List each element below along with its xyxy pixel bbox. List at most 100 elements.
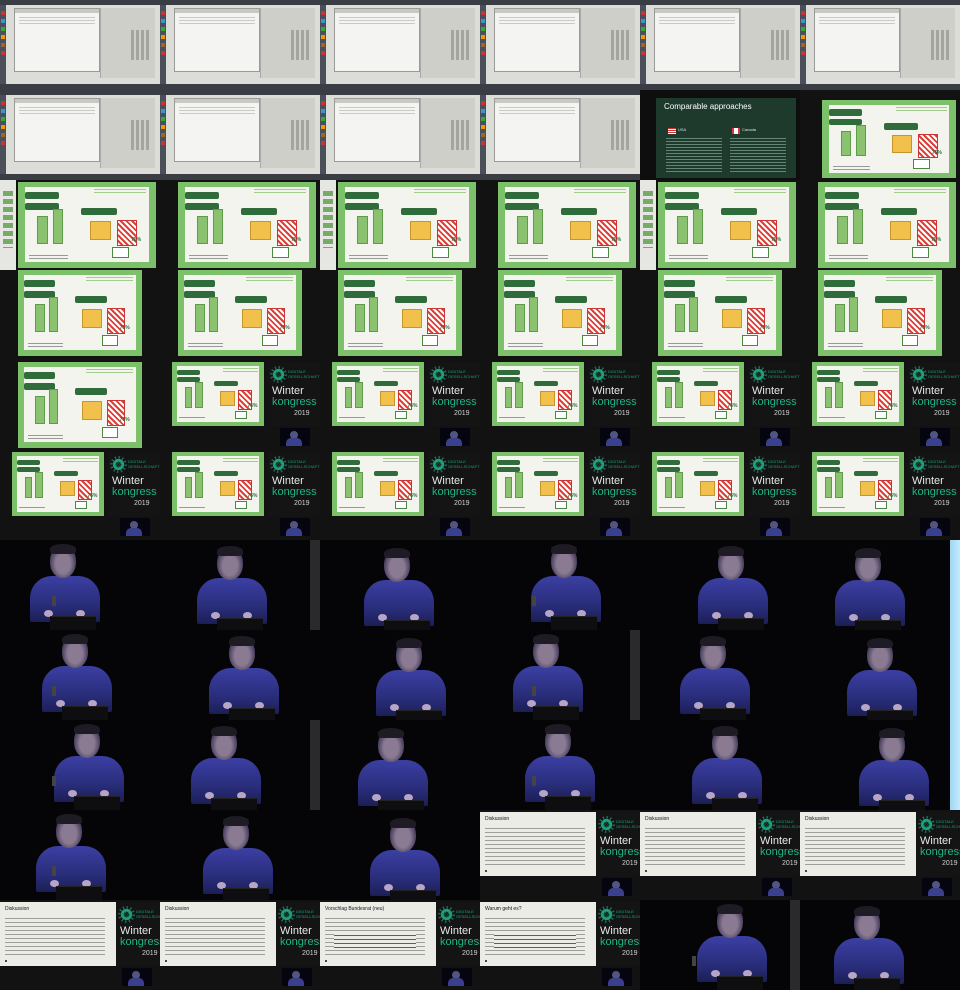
- desktop-topbar: [160, 0, 320, 5]
- speaker: [38, 634, 118, 720]
- digitale-gesellschaft-logo-icon: [278, 906, 295, 923]
- country-label: USA: [678, 127, 687, 132]
- brand-year: 2019: [294, 410, 310, 417]
- frame: DiskussionDIGITALE GESELLSCHAFTWinterkon…: [640, 810, 800, 900]
- frame: 75% DIGITALE GESELLSCHAFT Winter kongress 20…: [480, 360, 640, 450]
- desktop-dock: [480, 95, 486, 180]
- frame: 75%: [480, 270, 640, 360]
- tower-graphic: [355, 381, 363, 409]
- frame: [800, 900, 960, 990]
- brand-word-kongress: kongress: [600, 846, 640, 858]
- infographic-slide: 75%: [172, 362, 264, 426]
- org-name: DIGITALE GESELLSCHAFT: [128, 459, 160, 469]
- document-stack-icon: [859, 480, 875, 496]
- digitale-gesellschaft-logo-icon: [598, 906, 615, 923]
- stat-pill: [816, 369, 840, 375]
- tower-graphic: [344, 386, 353, 409]
- percent-label: 75%: [919, 325, 930, 332]
- digitale-gesellschaft-logo-icon: [758, 816, 775, 833]
- bullet-text: [645, 825, 745, 867]
- frame: [480, 90, 640, 180]
- speaker-thumbnail: [602, 968, 632, 986]
- monitor-icon: [111, 247, 129, 258]
- frame: [640, 0, 800, 90]
- side-panel: [100, 8, 155, 78]
- microphone: [52, 596, 56, 606]
- speaker-hair: [211, 726, 237, 736]
- text-slide: Diskussion: [0, 902, 116, 966]
- document-stack-icon: [59, 480, 75, 496]
- monitor-icon: [582, 335, 598, 346]
- winterkongress-branding: DIGITALE GESELLSCHAFTWinterkongress2019: [268, 452, 320, 516]
- tower-graphic: [677, 216, 688, 244]
- stat-pill: [504, 280, 536, 288]
- speaker-thumbnail: [280, 428, 310, 446]
- legend-text: [659, 414, 686, 420]
- speaker: [354, 728, 434, 810]
- document-stack-icon: [891, 135, 913, 153]
- monitor-icon: [742, 335, 758, 346]
- brand-word-kongress: kongress: [752, 396, 797, 408]
- document-stack-icon: [219, 480, 235, 496]
- frame: [640, 540, 800, 630]
- slide-heading: [895, 104, 947, 112]
- stage-edge: [310, 540, 320, 630]
- speaker-hair: [223, 816, 249, 826]
- frame: 75%: [160, 270, 320, 360]
- legend-text: [27, 340, 63, 348]
- lectern: [718, 618, 764, 630]
- speaker-hair: [396, 638, 422, 648]
- legend-text: [819, 504, 846, 510]
- speaker: [187, 726, 267, 810]
- speaker-thumbnail: [602, 878, 632, 896]
- infographic-slide: 75%: [18, 362, 142, 448]
- percent-label: 75%: [291, 237, 302, 244]
- page-marker: [485, 870, 487, 872]
- winterkongress-branding: DIGITALE GESELLSCHAFTWinterkongress2019: [428, 452, 480, 516]
- infographic-slide: 75%: [172, 452, 264, 516]
- country-label: Canada: [742, 127, 757, 132]
- percent-label: 75%: [567, 492, 578, 499]
- usa-flag-icon: [668, 128, 676, 134]
- document-stack-icon: [882, 308, 902, 328]
- tower-graphic: [369, 297, 379, 332]
- desktop-dock: [320, 5, 326, 90]
- lectern: [223, 888, 269, 900]
- org-name: DIGITALE GESELLSCHAFT: [936, 819, 960, 829]
- monitor-icon: [74, 500, 87, 510]
- lectern: [217, 618, 263, 630]
- frame: [480, 720, 640, 810]
- org-name: DIGITALE GESELLSCHAFT: [608, 369, 640, 379]
- winterkongress-branding: DIGITALE GESELLSCHAFTWinterkongress2019: [748, 452, 800, 516]
- legend-text: [179, 504, 206, 510]
- frame: [0, 810, 160, 900]
- tower-graphic: [35, 396, 45, 424]
- digitale-gesellschaft-logo-icon: [910, 456, 927, 473]
- stat-pill: [344, 192, 380, 200]
- infographic-slide: 75%: [492, 362, 584, 426]
- frame: 75% DIGITALE GESELLSCHAFT Winter kongress 20…: [480, 450, 640, 540]
- speaker-thumbnail: [440, 428, 470, 446]
- frame: [320, 0, 480, 90]
- stat-pill: [881, 207, 918, 215]
- side-panel: [900, 8, 955, 78]
- tower-graphic: [852, 209, 863, 244]
- desktop-topbar: [320, 90, 480, 95]
- stat-pill: [715, 295, 748, 303]
- percent-label: 75%: [931, 237, 942, 244]
- file-panel: [320, 180, 336, 270]
- text-slide: Vorschlag Bundesrat (neu): [320, 902, 436, 966]
- org-name: DIGITALE GESELLSCHAFT: [616, 909, 640, 919]
- stat-pill: [75, 387, 108, 395]
- monitor-icon: [102, 335, 118, 346]
- tower-graphic: [824, 386, 833, 409]
- stat-pill: [214, 471, 239, 477]
- document-stack-icon: [249, 220, 272, 240]
- brand-year: 2019: [142, 950, 158, 957]
- frame: [640, 630, 800, 720]
- document-stack-icon: [379, 480, 395, 496]
- stat-pill: [184, 280, 216, 288]
- document-stack-icon: [699, 480, 715, 496]
- digitale-gesellschaft-logo-icon: [430, 456, 447, 473]
- brand-word-kongress: kongress: [272, 486, 317, 498]
